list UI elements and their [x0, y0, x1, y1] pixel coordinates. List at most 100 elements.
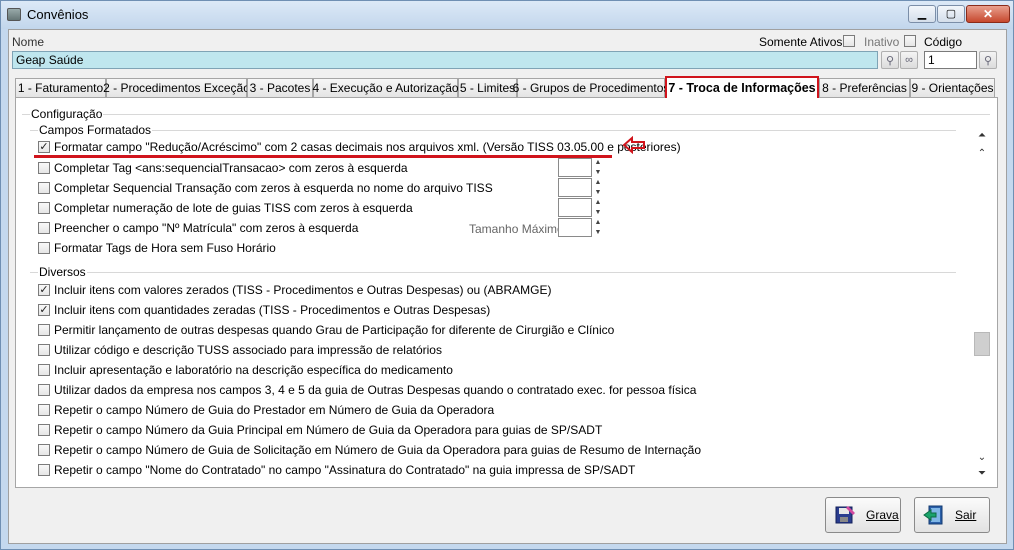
- tab-procedimentos-excecao[interactable]: 2 - Procedimentos Exceção: [103, 78, 250, 97]
- cf-checkbox-4[interactable]: [38, 222, 50, 234]
- binoculars-icon: ∞: [905, 54, 913, 66]
- tab-grupos-procedimentos[interactable]: 6 - Grupos de Procedimentos: [513, 78, 669, 97]
- spin-sequencial-transacao[interactable]: ▲ ▼: [558, 158, 604, 177]
- div-item-1[interactable]: ✓ Incluir itens com quantidades zeradas …: [38, 302, 490, 318]
- somente-ativos-checkbox[interactable]: [843, 35, 855, 47]
- codigo-search-button[interactable]: ⚲: [979, 51, 997, 69]
- div-checkbox-1[interactable]: ✓: [38, 304, 50, 316]
- cf-checkbox-1[interactable]: [38, 162, 50, 174]
- tab-faturamento[interactable]: 1 - Faturamento: [15, 78, 106, 97]
- search-icon: ⚲: [885, 54, 895, 67]
- div-checkbox-9[interactable]: [38, 464, 50, 476]
- cf-label-0: Formatar campo "Redução/Acréscimo" com 2…: [54, 140, 681, 154]
- scroll-down-icon[interactable]: ⌄: [976, 450, 988, 464]
- close-button[interactable]: ✕: [966, 5, 1010, 23]
- codigo-input[interactable]: 1: [924, 51, 977, 69]
- vertical-scrollbar[interactable]: ⏶ ⌃ ⌄ ⏷: [974, 124, 990, 480]
- maximize-button[interactable]: ▢: [937, 5, 965, 23]
- scroll-top-icon[interactable]: ⏶: [976, 128, 988, 142]
- sair-button[interactable]: Sair: [914, 497, 990, 533]
- spin-input[interactable]: [558, 158, 592, 177]
- spin-up-icon[interactable]: ▲: [593, 198, 603, 207]
- div-item-7[interactable]: Repetir o campo Número da Guia Principal…: [38, 422, 602, 438]
- div-label-8: Repetir o campo Número de Guia de Solici…: [54, 443, 702, 457]
- div-item-0[interactable]: ✓ Incluir itens com valores zerados (TIS…: [38, 282, 552, 298]
- spin-down-icon[interactable]: ▼: [593, 228, 603, 237]
- cf-item-5[interactable]: Formatar Tags de Hora sem Fuso Horário: [38, 240, 276, 256]
- cf-item-2[interactable]: Completar Sequencial Transação com zeros…: [38, 180, 493, 196]
- sair-label: Sair: [955, 508, 977, 522]
- save-icon: [835, 506, 855, 524]
- div-item-9[interactable]: Repetir o campo "Nome do Contratado" no …: [38, 462, 635, 478]
- spin-lote-guias[interactable]: ▲ ▼: [558, 198, 604, 217]
- spin-sequencial-arquivo[interactable]: ▲ ▼: [558, 178, 604, 197]
- cf-checkbox-0[interactable]: ✓: [38, 141, 50, 153]
- configuracao-title: Configuração: [30, 107, 104, 121]
- highlight-underline: [34, 155, 612, 158]
- nome-input[interactable]: Geap Saúde: [12, 51, 878, 69]
- spin-down-icon[interactable]: ▼: [593, 168, 603, 177]
- campos-formatados-title: Campos Formatados: [38, 123, 153, 137]
- spin-up-icon[interactable]: ▲: [593, 218, 603, 227]
- spin-up-icon[interactable]: ▲: [593, 158, 603, 167]
- cf-item-4[interactable]: Preencher o campo "Nº Matrícula" com zer…: [38, 220, 358, 236]
- codigo-label: Código: [924, 35, 963, 49]
- tab-limites[interactable]: 5 - Limites: [458, 78, 517, 97]
- div-item-3[interactable]: Utilizar código e descrição TUSS associa…: [38, 342, 442, 358]
- cf-item-1[interactable]: Completar Tag <ans:sequencialTransacao> …: [38, 160, 408, 176]
- window: Convênios ▁ ▢ ✕ Nome Geap Saúde ⚲ ∞ Some…: [0, 0, 1014, 550]
- div-label-3: Utilizar código e descrição TUSS associa…: [54, 343, 442, 357]
- diversos-border: [30, 272, 956, 273]
- cf-checkbox-5[interactable]: [38, 242, 50, 254]
- exit-icon: [923, 505, 943, 525]
- title-bar[interactable]: Convênios ▁ ▢ ✕: [1, 1, 1013, 29]
- div-checkbox-8[interactable]: [38, 444, 50, 456]
- scroll-thumb[interactable]: [974, 332, 990, 356]
- div-label-0: Incluir itens com valores zerados (TISS …: [54, 283, 552, 297]
- div-checkbox-2[interactable]: [38, 324, 50, 336]
- tamanho-maximo-label: Tamanho Máximo: [469, 222, 564, 236]
- binoculars-button[interactable]: ∞: [900, 51, 918, 69]
- tab-execucao-autorizacao[interactable]: 4 - Execução e Autorização: [312, 78, 459, 97]
- cf-checkbox-3[interactable]: [38, 202, 50, 214]
- tab-orientacoes[interactable]: 9 - Orientações: [910, 78, 995, 97]
- maximize-icon: ▢: [945, 7, 957, 20]
- div-label-7: Repetir o campo Número da Guia Principal…: [54, 423, 603, 437]
- minimize-button[interactable]: ▁: [908, 5, 936, 23]
- spin-input[interactable]: [558, 218, 592, 237]
- tab-troca-informacoes[interactable]: 7 - Troca de Informações: [665, 76, 819, 98]
- scroll-bottom-icon[interactable]: ⏷: [976, 466, 988, 480]
- scroll-up-icon[interactable]: ⌃: [976, 146, 988, 160]
- spin-up-icon[interactable]: ▲: [593, 178, 603, 187]
- search-icon: ⚲: [983, 54, 993, 67]
- search-button[interactable]: ⚲: [881, 51, 899, 69]
- div-item-5[interactable]: Utilizar dados da empresa nos campos 3, …: [38, 382, 696, 398]
- div-checkbox-5[interactable]: [38, 384, 50, 396]
- div-item-6[interactable]: Repetir o campo Número de Guia do Presta…: [38, 402, 494, 418]
- tab-pacotes[interactable]: 3 - Pacotes: [247, 78, 313, 97]
- configuracao-border: [22, 114, 990, 115]
- cf-label-3: Completar numeração de lote de guias TIS…: [54, 201, 413, 215]
- div-checkbox-0[interactable]: ✓: [38, 284, 50, 296]
- div-checkbox-6[interactable]: [38, 404, 50, 416]
- cf-item-3[interactable]: Completar numeração de lote de guias TIS…: [38, 200, 413, 216]
- div-item-2[interactable]: Permitir lançamento de outras despesas q…: [38, 322, 614, 338]
- grava-button[interactable]: Grava: [825, 497, 901, 533]
- div-checkbox-4[interactable]: [38, 364, 50, 376]
- spin-input[interactable]: [558, 178, 592, 197]
- div-checkbox-7[interactable]: [38, 424, 50, 436]
- tab-preferencias[interactable]: 8 - Preferências: [819, 78, 910, 97]
- div-item-4[interactable]: Incluir apresentação e laboratório na de…: [38, 362, 453, 378]
- div-item-8[interactable]: Repetir o campo Número de Guia de Solici…: [38, 442, 701, 458]
- spin-down-icon[interactable]: ▼: [593, 188, 603, 197]
- spin-input[interactable]: [558, 198, 592, 217]
- cf-checkbox-2[interactable]: [38, 182, 50, 194]
- div-label-5: Utilizar dados da empresa nos campos 3, …: [54, 383, 697, 397]
- spin-down-icon[interactable]: ▼: [593, 208, 603, 217]
- inativo-checkbox[interactable]: [904, 35, 916, 47]
- div-checkbox-3[interactable]: [38, 344, 50, 356]
- cf-item-0[interactable]: ✓ Formatar campo "Redução/Acréscimo" com…: [38, 139, 681, 155]
- client-area: Nome Geap Saúde ⚲ ∞ Somente Ativos Inati…: [8, 29, 1007, 544]
- cf-label-1: Completar Tag <ans:sequencialTransacao> …: [54, 161, 408, 175]
- spin-tamanho-maximo[interactable]: ▲ ▼: [558, 218, 604, 237]
